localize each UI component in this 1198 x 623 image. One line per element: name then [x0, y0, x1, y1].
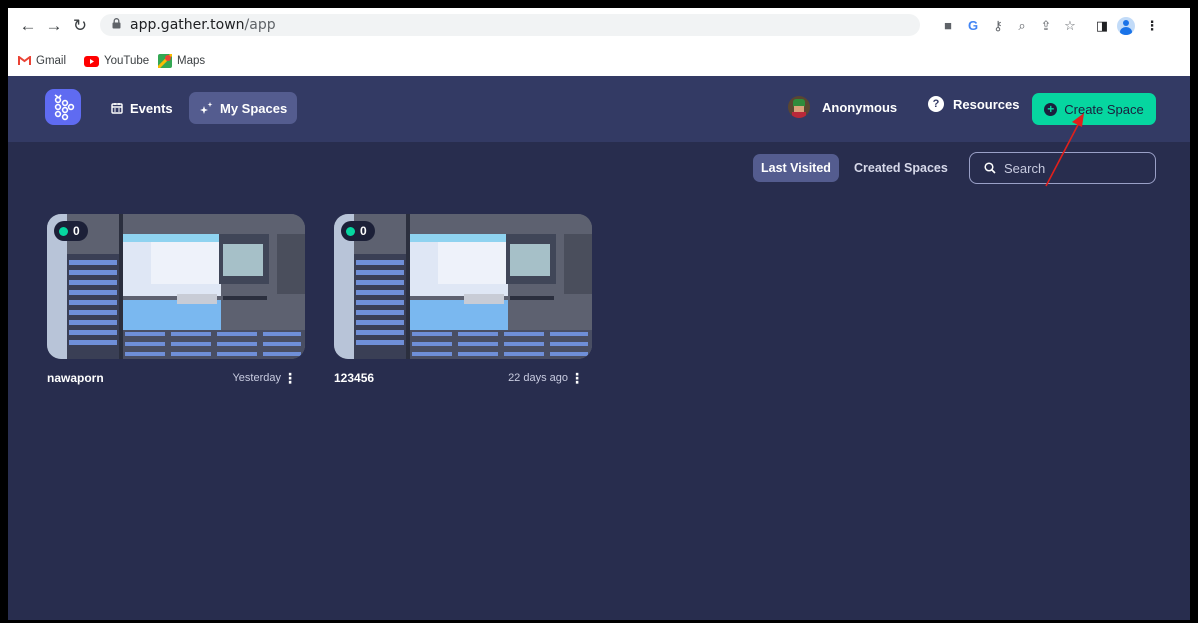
search-placeholder: Search — [1004, 160, 1046, 176]
sidepanel-icon[interactable]: ◨ — [1092, 16, 1112, 36]
tab-last-visited[interactable]: Last Visited — [753, 154, 839, 182]
last-visited-time: 22 days ago — [508, 372, 568, 384]
calendar-icon — [111, 103, 123, 114]
share-icon[interactable]: ⇪ — [1036, 16, 1056, 36]
reload-icon[interactable]: ↻ — [70, 16, 90, 36]
browser-window: ← → ↻ app.gather.town/app ■ G ⚷ ⌕ ⇪ ☆ ◨ — [8, 8, 1190, 620]
online-status-icon — [59, 226, 68, 236]
sparkles-icon — [200, 102, 213, 114]
back-icon[interactable]: ← — [18, 16, 38, 36]
space-card[interactable]: 0 nawaporn Yesterday ⋮ — [47, 214, 305, 389]
user-menu[interactable]: Anonymous — [788, 96, 897, 118]
online-status-icon — [346, 226, 355, 236]
youtube-icon — [84, 55, 99, 67]
maps-icon — [158, 54, 172, 68]
browser-toolbar: ← → ↻ app.gather.town/app ■ G ⚷ ⌕ ⇪ ☆ ◨ — [8, 8, 1190, 44]
google-icon[interactable]: G — [963, 16, 983, 36]
gmail-icon — [18, 56, 31, 65]
search-input[interactable]: Search — [969, 152, 1156, 184]
url-text: app.gather.town/app — [130, 17, 276, 33]
zoom-icon[interactable]: ⌕ — [1012, 16, 1032, 36]
app-header: Events My Spaces Anonymous ? Resources +… — [8, 76, 1190, 142]
space-card[interactable]: 0 123456 22 days ago ⋮ — [334, 214, 592, 389]
nav-events[interactable]: Events — [101, 92, 183, 124]
nav-my-spaces[interactable]: My Spaces — [189, 92, 298, 124]
space-thumbnail[interactable]: 0 — [334, 214, 592, 359]
tab-created-spaces[interactable]: Created Spaces — [846, 154, 956, 182]
last-visited-time: Yesterday — [232, 372, 281, 384]
more-options-icon[interactable]: ⋮ — [570, 370, 584, 387]
bookmark-gmail[interactable]: Gmail — [18, 52, 66, 70]
bookmarks-bar: Gmail YouTube Maps — [8, 48, 1190, 74]
bookmark-maps[interactable]: Maps — [158, 52, 205, 70]
menu-icon[interactable]: ⋮ — [1142, 16, 1162, 36]
resources-button[interactable]: ? Resources — [928, 96, 1019, 112]
avatar — [788, 96, 810, 118]
create-space-button[interactable]: + Create Space — [1032, 93, 1156, 125]
key-icon[interactable]: ⚷ — [988, 16, 1008, 36]
space-thumbnail[interactable]: 0 — [47, 214, 305, 359]
search-icon — [984, 162, 996, 174]
browser-chrome: ← → ↻ app.gather.town/app ■ G ⚷ ⌕ ⇪ ☆ ◨ — [8, 8, 1190, 76]
camera-icon[interactable]: ■ — [938, 16, 958, 36]
space-name[interactable]: nawaporn — [47, 371, 104, 385]
star-icon[interactable]: ☆ — [1060, 16, 1080, 36]
forward-icon[interactable]: → — [44, 16, 64, 36]
profile-icon[interactable] — [1116, 16, 1136, 36]
plus-icon: + — [1044, 102, 1058, 116]
online-count-badge: 0 — [341, 221, 375, 241]
address-bar[interactable]: app.gather.town/app — [100, 14, 920, 36]
gather-logo-icon[interactable] — [45, 89, 81, 125]
online-count-badge: 0 — [54, 221, 88, 241]
help-icon: ? — [928, 96, 944, 112]
space-name[interactable]: 123456 — [334, 371, 374, 385]
bookmark-youtube[interactable]: YouTube — [84, 52, 149, 70]
more-options-icon[interactable]: ⋮ — [283, 370, 297, 387]
lock-icon — [112, 18, 121, 29]
